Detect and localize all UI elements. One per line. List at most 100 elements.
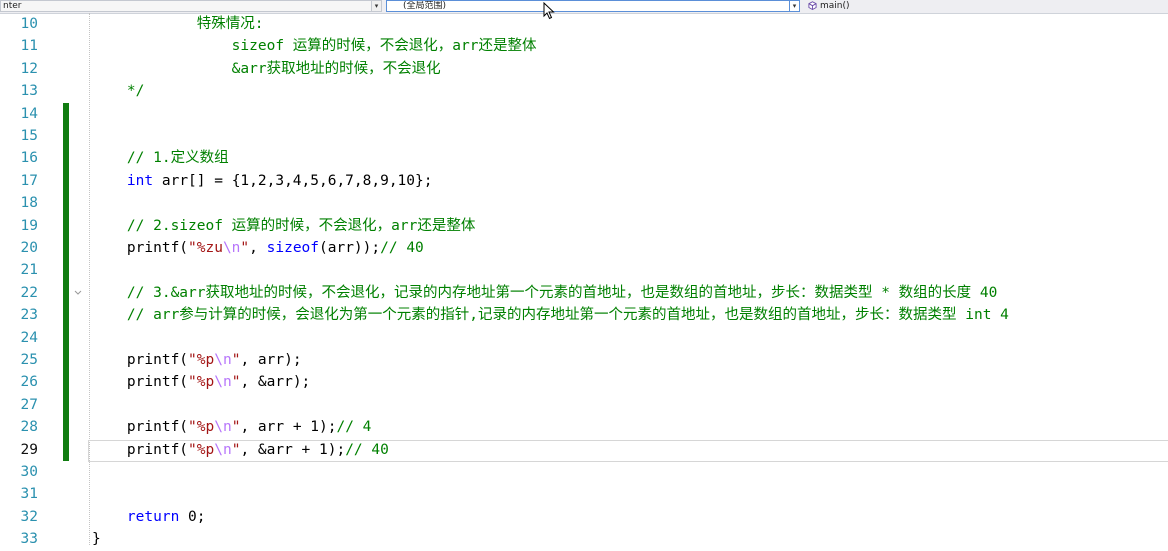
code-text: &arr获取地址的时候，不会退化 (92, 58, 441, 80)
line-number: 33 (20, 531, 38, 548)
code-text: // arr参与计算的时候，会退化为第一个元素的指针,记录的内存地址第一个元素的… (92, 304, 1009, 326)
line-number: 11 (20, 38, 38, 55)
line-number: 23 (20, 307, 38, 324)
code-text: printf("%p\n", &arr); (92, 371, 310, 393)
code-token: , &arr + 1); (240, 441, 346, 458)
code-text: */ (92, 80, 144, 102)
scope-dropdown-label: (全局范围) (403, 1, 447, 11)
line-number: 31 (20, 486, 38, 503)
code-token: printf( (92, 419, 189, 436)
line-number: 13 (20, 83, 38, 100)
code-text: return 0; (92, 506, 206, 528)
code-token: \n (214, 374, 232, 391)
line-number: 26 (20, 374, 38, 391)
code-line[interactable]: 26 printf("%p\n", &arr); (0, 371, 1168, 393)
code-line[interactable]: 20 printf("%zu\n", sizeof(arr));// 40 (0, 237, 1168, 259)
code-editor[interactable]: 10 特殊情况: 11 sizeof 运算的时候，不会退化，arr还是整体 12 &… (0, 13, 1168, 547)
code-token: 特殊情况: (92, 16, 264, 32)
code-token: printf( (92, 374, 189, 391)
navigation-bar: nter ▾ (全局范围) ▾ main() (0, 0, 1168, 14)
code-token: arr[] = {1,2,3,4,5,6,7,8,9,10}; (153, 172, 433, 189)
line-number: 19 (20, 217, 38, 234)
code-token: "%p (188, 441, 215, 458)
line-number: 22 (20, 284, 38, 301)
code-token: , arr); (240, 352, 302, 368)
code-line[interactable]: 25 printf("%p\n", arr); (0, 349, 1168, 371)
code-token: printf( (92, 441, 189, 458)
code-line[interactable]: 32 return 0; (0, 506, 1168, 528)
line-number: 15 (20, 128, 38, 144)
code-token: (arr)); (319, 240, 381, 256)
project-dropdown[interactable]: nter (0, 0, 372, 12)
code-line[interactable]: 12 &arr获取地址的时候，不会退化 (0, 58, 1168, 80)
code-token: // 2.sizeof 运算的时候，不会退化，arr还是整体 (92, 217, 476, 234)
code-line[interactable]: 23 // arr参与计算的时候，会退化为第一个元素的指针,记录的内存地址第一个… (0, 304, 1168, 326)
code-token: // arr参与计算的时候，会退化为第一个元素的指针,记录的内存地址第一个元素的… (92, 307, 1009, 324)
code-token: // 3.&arr获取地址的时候，不会退化，记录的内存地址第一个元素的首地址，也… (92, 284, 998, 301)
code-token: "%p (188, 419, 215, 436)
code-text: // 3.&arr获取地址的时候，不会退化，记录的内存地址第一个元素的首地址，也… (92, 282, 997, 304)
method-cube-icon (808, 1, 817, 10)
code-token: 0; (179, 508, 206, 525)
line-number: 12 (20, 60, 38, 77)
code-token: \n (214, 419, 232, 436)
code-token: sizeof 运算的时候，不会退化，arr还是整体 (92, 38, 537, 55)
code-text: printf("%p\n", arr); (92, 349, 302, 371)
code-line[interactable]: 11 sizeof 运算的时候，不会退化，arr还是整体 (0, 35, 1168, 57)
code-line[interactable]: 19 // 2.sizeof 运算的时候，不会退化，arr还是整体 (0, 215, 1168, 237)
code-line[interactable]: 22 // 3.&arr获取地址的时候，不会退化，记录的内存地址第一个元素的首地… (0, 282, 1168, 304)
code-token: */ (92, 83, 145, 100)
line-number: 21 (20, 262, 38, 279)
code-token: // 4 (336, 419, 372, 436)
code-token: , &arr); (240, 374, 311, 391)
code-line[interactable]: 24 (0, 327, 1168, 349)
code-token: " (240, 240, 250, 256)
code-line[interactable]: 30 (0, 461, 1168, 483)
code-text: } (92, 528, 101, 550)
code-line[interactable]: 17 int arr[] = {1,2,3,4,5,6,7,8,9,10}; (0, 170, 1168, 192)
scope-dropdown-chevron-icon[interactable]: ▾ (790, 0, 800, 12)
project-dropdown-label: nter (3, 1, 22, 11)
code-text: printf("%p\n", arr + 1);// 4 (92, 416, 371, 438)
code-line[interactable]: 13 */ (0, 80, 1168, 102)
line-number: 18 (20, 195, 38, 212)
code-line[interactable]: 16 // 1.定义数组 (0, 147, 1168, 169)
code-token: // 40 (380, 240, 424, 256)
code-token: , arr + 1); (240, 419, 337, 436)
code-token: // 1.定义数组 (92, 150, 229, 167)
code-token: "%p (188, 374, 215, 391)
code-line[interactable]: 14 (0, 103, 1168, 125)
code-line[interactable]: 21 (0, 259, 1168, 281)
code-line[interactable]: 27 (0, 394, 1168, 416)
line-number: 28 (20, 419, 38, 436)
scope-dropdown[interactable]: (全局范围) (386, 0, 790, 12)
code-token: \n (214, 352, 232, 368)
code-line[interactable]: 33} (0, 528, 1168, 550)
code-token: printf( (92, 352, 189, 368)
code-text: // 2.sizeof 运算的时候，不会退化，arr还是整体 (92, 215, 475, 237)
line-number: 29 (20, 441, 38, 458)
code-text: printf("%p\n", &arr + 1);// 40 (92, 439, 389, 461)
line-number: 24 (20, 329, 38, 346)
code-token: return (126, 508, 180, 525)
code-line[interactable]: 31 (0, 483, 1168, 505)
code-line[interactable]: 10 特殊情况: (0, 13, 1168, 35)
code-text: 特殊情况: (92, 13, 264, 35)
line-number: 10 (20, 16, 38, 32)
line-number: 14 (20, 105, 38, 122)
line-number: 20 (20, 240, 38, 256)
code-line[interactable]: 28 printf("%p\n", arr + 1);// 4 (0, 416, 1168, 438)
code-line[interactable]: 29 printf("%p\n", &arr + 1);// 40 (0, 439, 1168, 461)
code-token: "%zu (188, 240, 223, 256)
code-token: // 40 (345, 441, 389, 458)
line-number: 25 (20, 352, 38, 368)
project-dropdown-chevron-icon[interactable]: ▾ (372, 0, 382, 12)
code-text: printf("%zu\n", sizeof(arr));// 40 (92, 237, 424, 259)
code-line[interactable]: 18 (0, 192, 1168, 214)
code-token: sizeof (266, 240, 320, 256)
code-token: , (249, 240, 267, 256)
code-line[interactable]: 15 (0, 125, 1168, 147)
member-dropdown[interactable]: main() (820, 0, 850, 12)
